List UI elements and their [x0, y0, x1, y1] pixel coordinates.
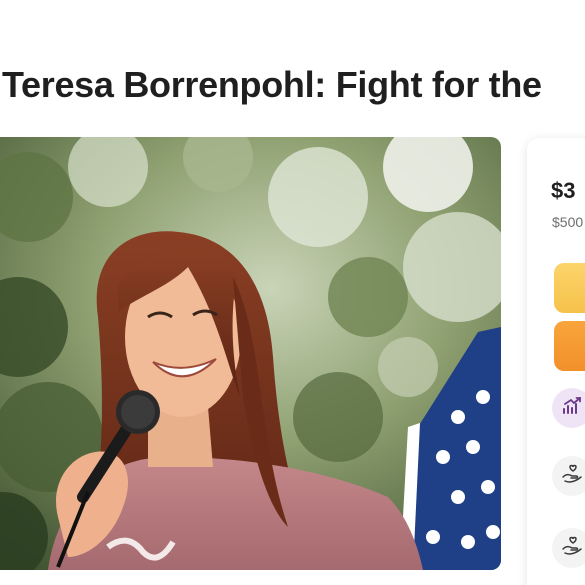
donor-hand-heart-icon	[561, 463, 583, 490]
donor-avatar	[552, 528, 585, 568]
donate-button[interactable]	[554, 321, 585, 371]
trending-badge	[552, 388, 585, 428]
donor-avatar	[552, 456, 585, 496]
campaign-title: Teresa Borrenpohl: Fight for the	[2, 64, 542, 105]
goal-amount: $500	[552, 214, 584, 230]
trending-up-icon	[561, 395, 583, 422]
donation-card: $3 $500	[527, 138, 585, 585]
share-button[interactable]	[554, 263, 585, 313]
amount-raised: $3	[551, 178, 576, 203]
donor-hand-heart-icon	[561, 535, 583, 562]
campaign-page: Teresa Borrenpohl: Fight for the $3 $500	[0, 0, 585, 585]
campaign-hero-image[interactable]	[0, 137, 501, 570]
